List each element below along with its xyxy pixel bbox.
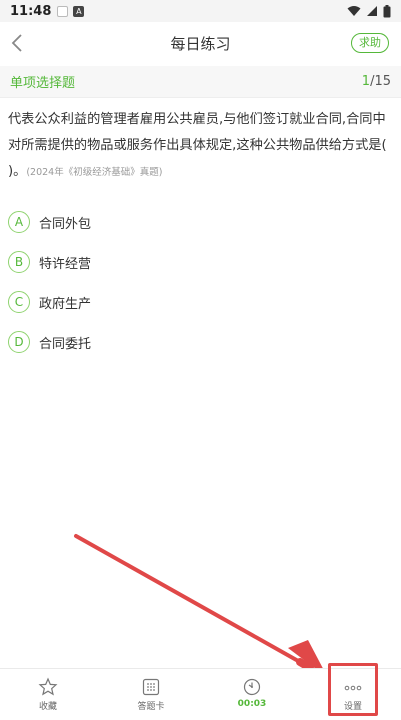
question-progress: 1/15 [362, 74, 391, 89]
battery-icon [383, 4, 391, 17]
question-type-bar: 单项选择题 1/15 [0, 66, 401, 98]
notification-square-icon [57, 5, 69, 17]
option-letter-badge: B [8, 251, 30, 273]
page-title: 每日练习 [170, 34, 231, 53]
header: 每日练习 求助 [0, 22, 401, 64]
star-icon [38, 677, 58, 696]
favorite-label: 收藏 [38, 702, 57, 712]
option-letter-badge: D [8, 331, 30, 353]
signal-icon [367, 6, 377, 16]
grid-icon [142, 678, 160, 696]
answer-card-button[interactable]: 答题卡 [121, 669, 181, 720]
timer-icon [243, 678, 261, 696]
question-stem: 代表公众利益的管理者雇用公共雇员,与他们签订就业合同,合同中对所需提供的物品或服… [8, 107, 396, 186]
option-b[interactable]: B 特许经营 [8, 242, 388, 282]
favorite-button[interactable]: 收藏 [18, 669, 78, 720]
option-letter-badge: A [8, 211, 30, 233]
option-text: 合同委托 [39, 336, 92, 352]
notification-a-badge-icon: A [73, 5, 85, 17]
option-c[interactable]: C 政府生产 [8, 282, 388, 322]
option-text: 特许经营 [39, 256, 92, 272]
back-chevron-icon[interactable] [6, 31, 30, 55]
help-button[interactable]: 求助 [351, 33, 389, 53]
option-letter-badge: C [8, 291, 30, 313]
wifi-icon [347, 6, 361, 16]
status-indicators [347, 4, 391, 18]
progress-current: 1 [361, 74, 371, 89]
settings-highlight-box [328, 663, 378, 716]
timer-button[interactable]: 00:03 [222, 669, 282, 720]
question-type-title: 单项选择题 [10, 76, 76, 91]
option-d[interactable]: D 合同委托 [8, 322, 388, 362]
progress-total: /15 [370, 74, 391, 89]
timer-label: 00:03 [237, 699, 267, 709]
status-bar: 11:48 A [0, 0, 401, 22]
option-list: A 合同外包 B 特许经营 C 政府生产 D 合同委托 [8, 202, 388, 362]
option-a[interactable]: A 合同外包 [8, 202, 388, 242]
option-text: 政府生产 [39, 296, 92, 312]
question-source: (2024年《初级经济基础》真题) [26, 167, 163, 178]
answer-card-label: 答题卡 [137, 702, 165, 712]
option-text: 合同外包 [39, 216, 92, 232]
status-time: 11:48 [10, 3, 52, 19]
